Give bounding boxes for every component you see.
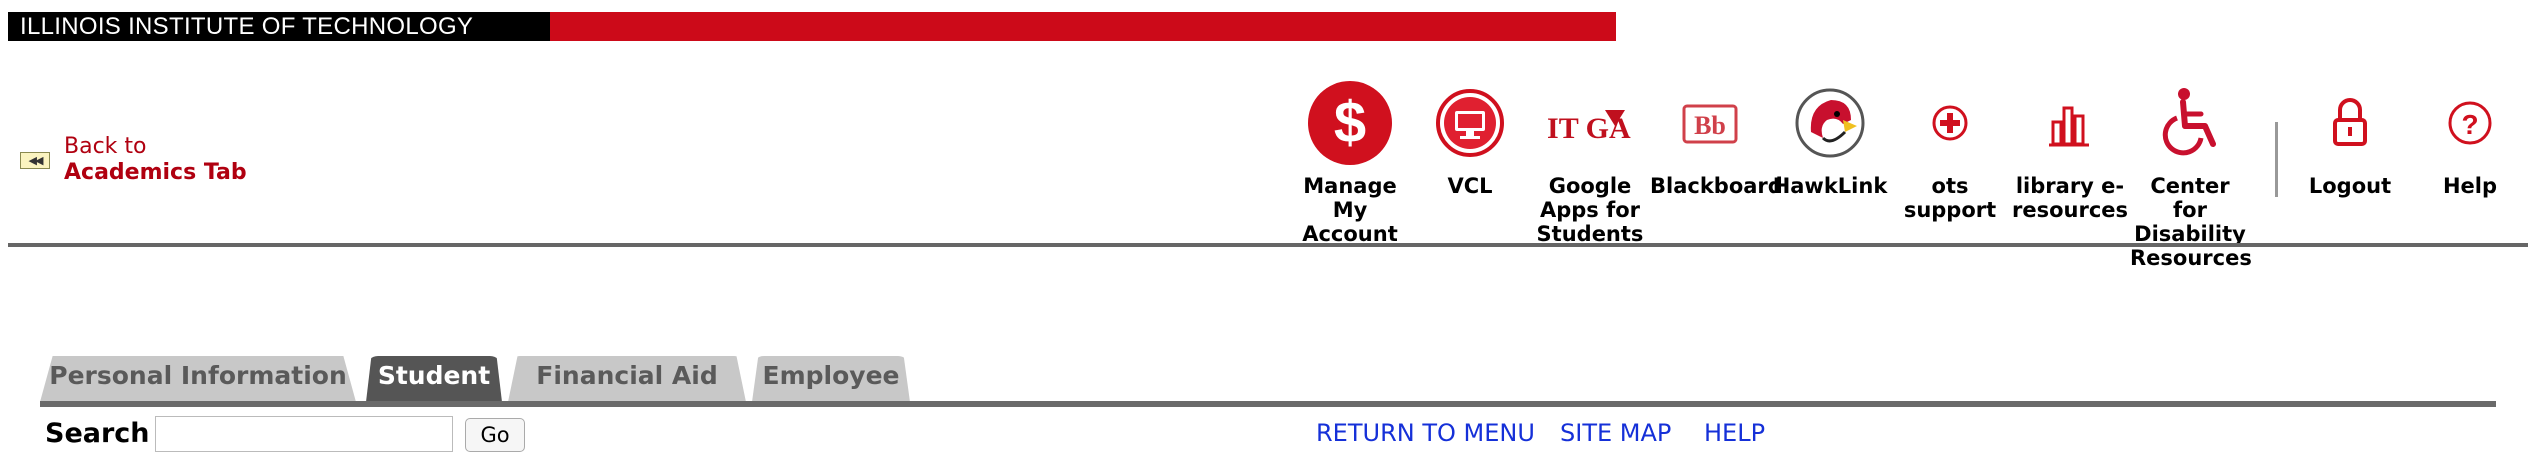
toolbar-separator xyxy=(2275,122,2278,197)
manage-my-account-button[interactable]: $ Manage My Account xyxy=(1290,80,1410,246)
university-banner: ILLINOIS INSTITUTE OF TECHNOLOGY xyxy=(8,12,1616,41)
site-map-link[interactable]: SITE MAP xyxy=(1560,418,1671,448)
header-divider xyxy=(8,243,2528,247)
google-apps-icon: IIT GA xyxy=(1535,80,1633,166)
tool-label: ots support xyxy=(1903,174,1997,222)
banner-red-bar xyxy=(550,12,1616,41)
tool-label: Manage My Account xyxy=(1302,174,1398,246)
tool-label: Logout xyxy=(2308,174,2392,198)
tab-employee[interactable]: Employee xyxy=(752,356,910,402)
lock-icon xyxy=(2307,80,2393,166)
disability-resources-button[interactable]: Center for Disability Resources xyxy=(2130,80,2252,270)
tool-label: HawkLink xyxy=(1772,174,1888,198)
svg-text:Bb: Bb xyxy=(1694,111,1726,140)
search-input[interactable] xyxy=(155,416,453,452)
tool-label: Blackboard xyxy=(1650,174,1783,198)
plus-icon xyxy=(1907,80,1993,166)
help-button[interactable]: ? Help xyxy=(2410,80,2530,198)
tab-student[interactable]: Student xyxy=(366,356,502,402)
monitor-icon xyxy=(1427,80,1513,166)
back-link-text[interactable]: Back to Academics Tab xyxy=(64,134,247,186)
library-eresources-button[interactable]: library e-resources xyxy=(2010,80,2130,222)
tab-financial-aid[interactable]: Financial Aid xyxy=(508,356,746,402)
question-icon: ? xyxy=(2427,80,2513,166)
return-to-menu-link[interactable]: RETURN TO MENU xyxy=(1316,418,1535,448)
google-apps-button[interactable]: IIT GA Google Apps for Students xyxy=(1530,80,1650,246)
tool-label: Google Apps for Students xyxy=(1536,174,1644,246)
tab-personal-information[interactable]: Personal Information xyxy=(40,356,356,402)
help-link[interactable]: HELP xyxy=(1704,418,1765,448)
back-line1: Back to xyxy=(64,134,147,159)
tool-label: Center for Disability Resources xyxy=(2130,174,2252,270)
tab-underline xyxy=(40,401,2496,407)
hawklink-button[interactable]: HawkLink xyxy=(1770,80,1890,198)
svg-text:?: ? xyxy=(2461,109,2478,140)
back-arrows-icon[interactable]: ◀◀ xyxy=(20,152,50,169)
tool-label: library e-resources xyxy=(2011,174,2129,222)
search-label: Search xyxy=(45,418,150,449)
banner-title: ILLINOIS INSTITUTE OF TECHNOLOGY xyxy=(8,12,550,41)
blackboard-icon: Bb xyxy=(1667,80,1753,166)
go-button[interactable]: Go xyxy=(465,418,525,452)
tool-label: Help xyxy=(2442,174,2498,198)
back-line2: Academics Tab xyxy=(64,160,247,185)
library-icon xyxy=(2027,80,2113,166)
tool-label: VCL xyxy=(1447,174,1493,198)
hawk-icon xyxy=(1787,80,1873,166)
svg-text:$: $ xyxy=(1334,90,1366,155)
wheelchair-icon xyxy=(2147,80,2233,166)
ots-support-button[interactable]: ots support xyxy=(1890,80,2010,222)
logout-button[interactable]: Logout xyxy=(2290,80,2410,198)
dollar-icon: $ xyxy=(1307,80,1393,166)
blackboard-button[interactable]: Bb Blackboard xyxy=(1650,80,1783,198)
vcl-button[interactable]: VCL xyxy=(1410,80,1530,198)
